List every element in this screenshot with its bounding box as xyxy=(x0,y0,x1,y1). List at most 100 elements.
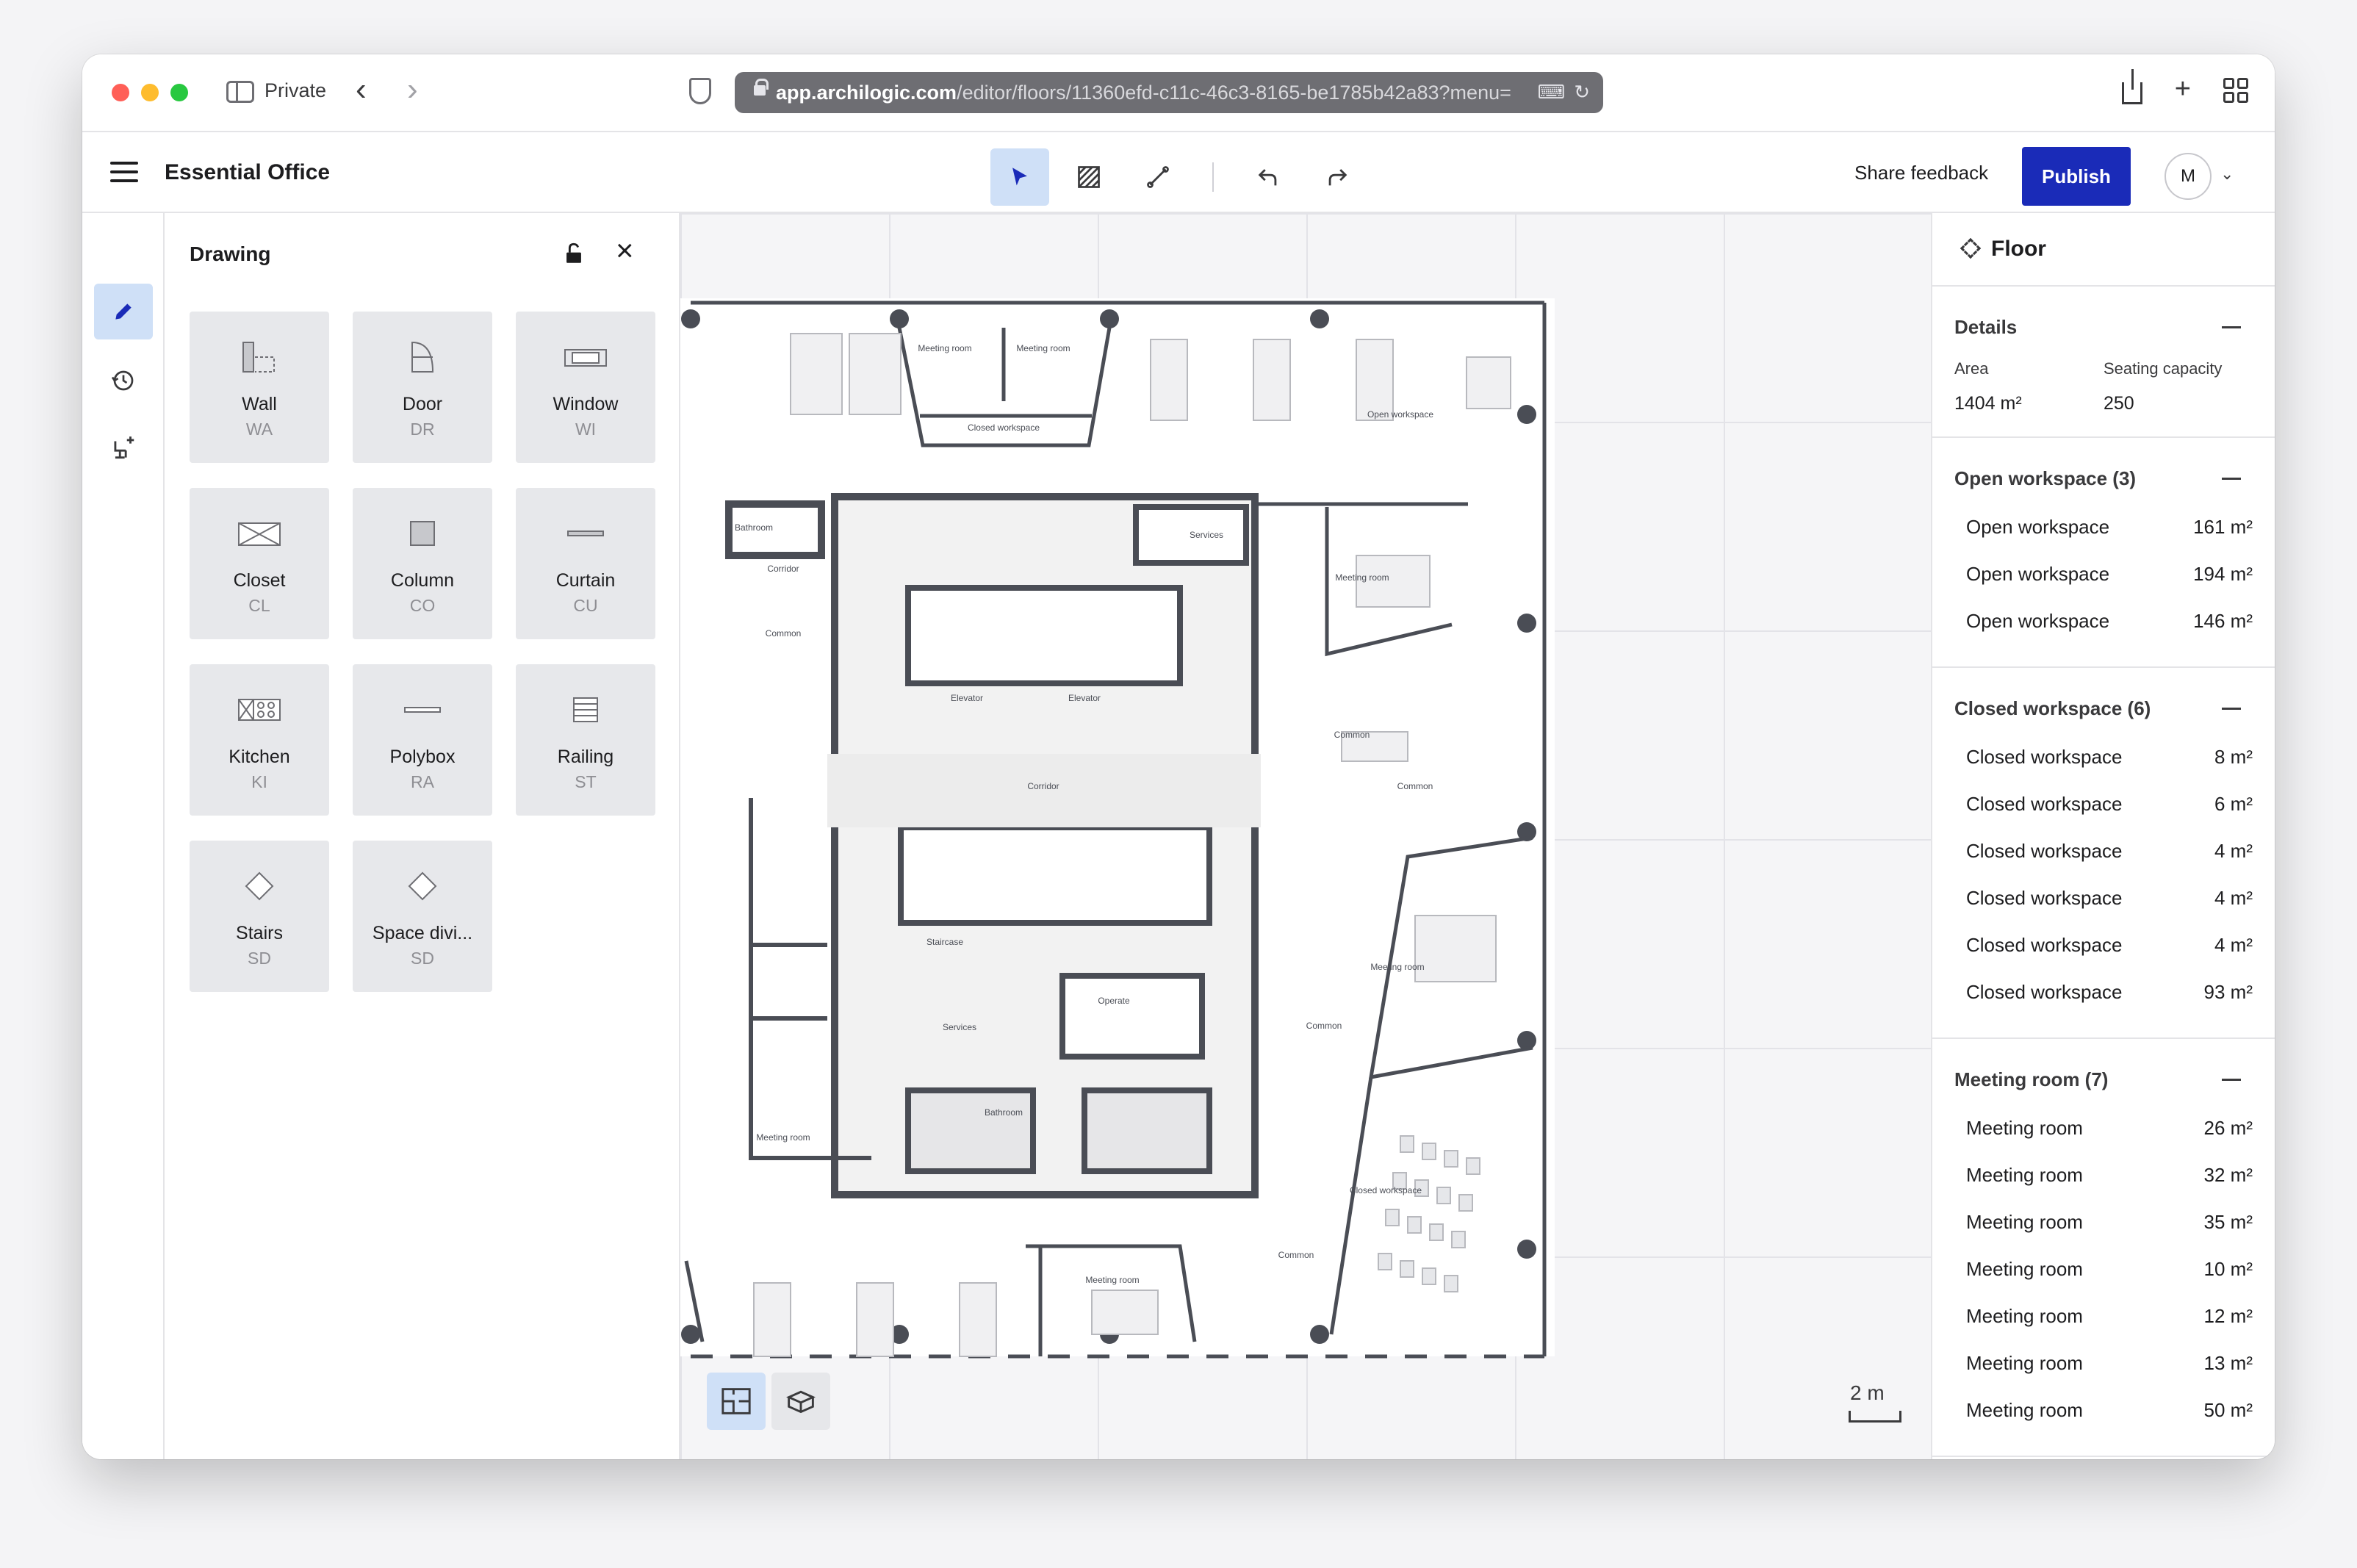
tile-curtain[interactable]: Curtain CU xyxy=(516,488,655,639)
3d-view-button[interactable] xyxy=(771,1373,830,1430)
area-value: 1404 m² xyxy=(1954,393,2022,414)
tile-label: Window xyxy=(553,394,619,414)
tab-overview-icon[interactable] xyxy=(2223,78,2248,103)
area-label: Area xyxy=(1954,359,1989,378)
private-mode-label: Private xyxy=(265,79,327,101)
space-row[interactable]: Meeting room 12 m² xyxy=(1954,1292,2253,1339)
collapse-icon[interactable] xyxy=(2222,326,2241,328)
space-area: 161 m² xyxy=(2193,515,2253,538)
tile-stairs[interactable]: Stairs SD xyxy=(190,841,329,992)
shield-icon[interactable] xyxy=(689,78,711,104)
meeting-room-section: Meeting room (7) Meeting room 26 m² Meeti… xyxy=(1932,1039,2275,1457)
space-name: Meeting room xyxy=(1966,1257,2083,1280)
plan-label-meeting-room: Meeting room xyxy=(1016,343,1070,353)
kitchen-icon xyxy=(237,692,281,727)
translate-icon[interactable]: ⌨ xyxy=(1538,81,1566,104)
door-icon xyxy=(400,339,445,375)
measure-tool-button[interactable] xyxy=(1129,148,1187,206)
floorplan-canvas[interactable]: Meeting room Meeting room Closed workspa… xyxy=(680,213,1931,1459)
tile-wall[interactable]: Wall WA xyxy=(190,312,329,463)
collapse-icon[interactable] xyxy=(2222,708,2241,710)
space-row[interactable]: Open workspace 146 m² xyxy=(1954,597,2253,644)
plan-label-bathroom: Bathroom xyxy=(735,522,773,533)
space-row[interactable]: Meeting room 13 m² xyxy=(1954,1339,2253,1387)
space-area: 12 m² xyxy=(2203,1304,2253,1327)
tile-railing[interactable]: Railing ST xyxy=(516,664,655,816)
redo-icon xyxy=(1328,169,1347,186)
tile-window[interactable]: Window WI xyxy=(516,312,655,463)
tile-door[interactable]: Door DR xyxy=(353,312,492,463)
space-area: 8 m² xyxy=(2214,745,2253,768)
space-name: Closed workspace xyxy=(1966,745,2123,768)
space-row[interactable]: Meeting room 26 m² xyxy=(1954,1104,2253,1151)
space-area: 4 m² xyxy=(2214,839,2253,862)
app-header: Essential Office Share feedback Publish … xyxy=(82,132,2275,213)
collapse-icon[interactable] xyxy=(2222,1079,2241,1081)
add-furniture-button[interactable] xyxy=(94,420,153,476)
space-row[interactable]: Open workspace 194 m² xyxy=(1954,550,2253,597)
space-row[interactable]: Meeting room 50 m² xyxy=(1954,1387,2253,1434)
space-area: 6 m² xyxy=(2214,792,2253,815)
floorplan[interactable]: Meeting room Meeting room Closed workspa… xyxy=(680,298,1563,1359)
unlock-icon[interactable] xyxy=(561,241,586,270)
tile-column[interactable]: Column CO xyxy=(353,488,492,639)
space-area: 32 m² xyxy=(2203,1163,2253,1186)
plan-label-meeting-room: Meeting room xyxy=(1335,572,1389,583)
2d-view-button[interactable] xyxy=(707,1373,766,1430)
plan-label-bathroom: Bathroom xyxy=(985,1107,1023,1118)
address-bar[interactable]: app.archilogic.com/editor/floors/11360ef… xyxy=(735,72,1603,113)
url-actions: ⌨ ↻ xyxy=(1538,81,1590,104)
plan-label-closed-workspace: Closed workspace xyxy=(1350,1185,1422,1195)
tile-space-divider[interactable]: Space divi... SD xyxy=(353,841,492,992)
collapse-icon[interactable] xyxy=(2222,478,2241,480)
close-icon[interactable]: × xyxy=(616,235,634,266)
tile-label: Railing xyxy=(557,747,614,767)
avatar[interactable]: M xyxy=(2165,153,2212,200)
space-row[interactable]: Closed workspace 4 m² xyxy=(1954,921,2253,968)
space-name: Closed workspace xyxy=(1966,980,2123,1003)
tile-label: Space divi... xyxy=(372,923,473,943)
drawing-mode-button[interactable] xyxy=(94,284,153,339)
space-row[interactable]: Meeting room 32 m² xyxy=(1954,1151,2253,1198)
plan-label-meeting-room: Meeting room xyxy=(918,343,971,353)
space-area: 93 m² xyxy=(2203,980,2253,1003)
window-controls xyxy=(112,84,188,101)
scale-label: 2 m xyxy=(1850,1381,1885,1404)
space-row[interactable]: Closed workspace 93 m² xyxy=(1954,968,2253,1015)
tile-kitchen[interactable]: Kitchen KI xyxy=(190,664,329,816)
share-feedback-link[interactable]: Share feedback xyxy=(1854,162,1988,184)
plan-label-common: Common xyxy=(1334,730,1370,740)
space-row[interactable]: Closed workspace 4 m² xyxy=(1954,827,2253,874)
undo-button[interactable] xyxy=(1239,148,1298,206)
minimize-window-button[interactable] xyxy=(141,84,159,101)
space-row[interactable]: Closed workspace 6 m² xyxy=(1954,780,2253,827)
tile-closet[interactable]: Closet CL xyxy=(190,488,329,639)
new-tab-icon[interactable]: + xyxy=(2175,73,2191,105)
tile-label: Curtain xyxy=(555,570,616,591)
forward-icon[interactable]: › xyxy=(407,73,418,106)
publish-button[interactable]: Publish xyxy=(2022,147,2131,206)
chevron-down-icon[interactable]: ⌄ xyxy=(2220,165,2234,184)
space-name: Open workspace xyxy=(1966,562,2110,585)
space-name: Meeting room xyxy=(1966,1116,2083,1139)
tile-label: Closet xyxy=(233,570,286,591)
space-name: Meeting room xyxy=(1966,1210,2083,1233)
plan-label-corridor: Corridor xyxy=(1027,781,1059,791)
hatch-tool-button[interactable] xyxy=(1059,148,1118,206)
back-icon[interactable]: ‹ xyxy=(356,73,367,106)
space-row[interactable]: Meeting room 10 m² xyxy=(1954,1245,2253,1292)
select-tool-button[interactable] xyxy=(990,148,1049,206)
sidebar-toggle-icon[interactable] xyxy=(226,81,254,103)
reload-icon[interactable]: ↻ xyxy=(1574,81,1590,104)
zoom-window-button[interactable] xyxy=(170,84,188,101)
space-row[interactable]: Closed workspace 8 m² xyxy=(1954,733,2253,780)
space-row[interactable]: Open workspace 161 m² xyxy=(1954,503,2253,550)
close-window-button[interactable] xyxy=(112,84,129,101)
share-icon[interactable] xyxy=(2121,69,2142,104)
history-button[interactable] xyxy=(94,353,153,409)
space-row[interactable]: Meeting room 35 m² xyxy=(1954,1198,2253,1245)
space-row[interactable]: Closed workspace 4 m² xyxy=(1954,874,2253,921)
redo-button[interactable] xyxy=(1308,148,1367,206)
tile-polybox[interactable]: Polybox RA xyxy=(353,664,492,816)
menu-icon[interactable] xyxy=(110,162,138,182)
